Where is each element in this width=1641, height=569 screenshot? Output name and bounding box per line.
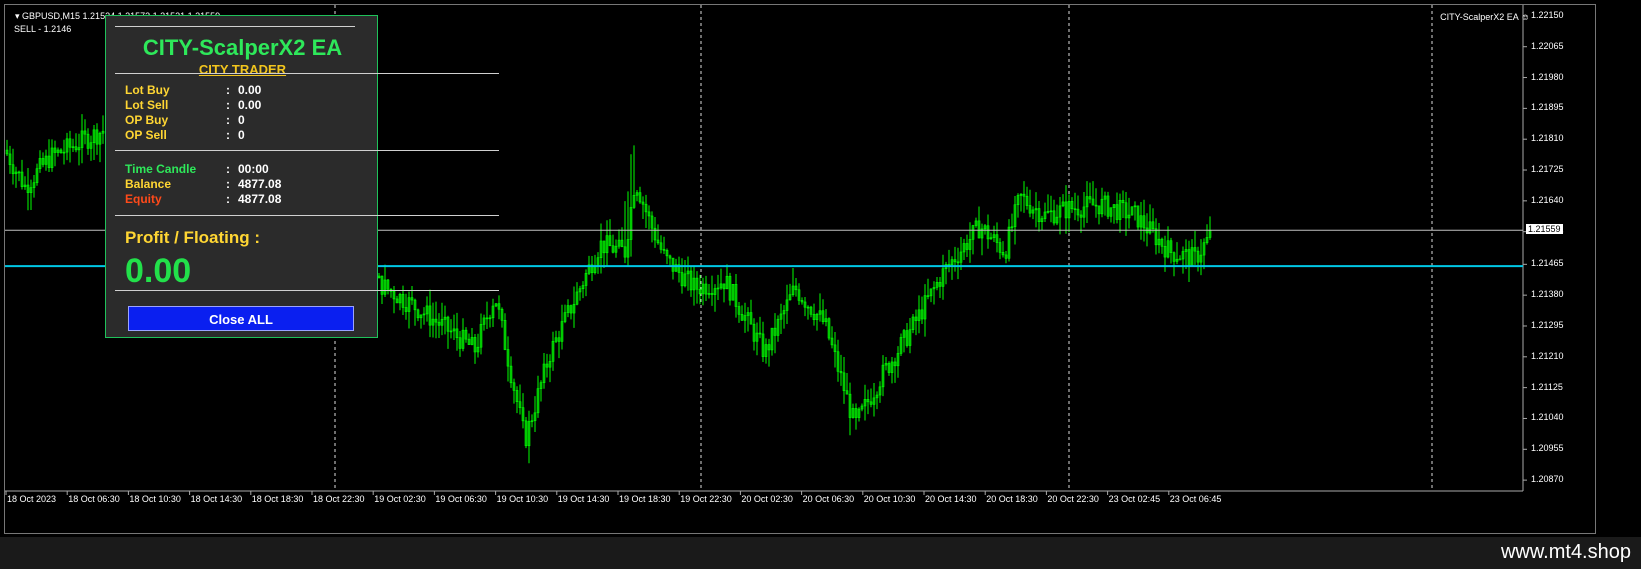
time-axis-label: 23 Oct 02:45 [1108,494,1161,504]
price-axis-label: 1.20955 [1531,443,1564,454]
time-axis-label: 20 Oct 02:30 [741,494,793,504]
divider [115,26,355,27]
time-axis-label: 18 Oct 2023 [7,494,57,504]
op-buy-value: 0 [238,113,245,127]
footer-bar: www.mt4.shop [0,537,1641,569]
price-axis-label: 1.22065 [1531,40,1564,51]
price-axis-label: 1.21640 [1531,194,1564,205]
watermark: www.mt4.shop [1500,541,1631,563]
lot-buy-value: 0.00 [238,83,262,97]
op-sell-value: 0 [238,128,245,142]
time-axis-label: 20 Oct 22:30 [1047,494,1099,504]
balance-value: 4877.08 [238,177,282,191]
price-axis-label: 1.21210 [1531,350,1564,361]
close-all-button[interactable]: Close ALL [128,306,354,331]
time-axis-label: 18 Oct 10:30 [129,494,181,504]
time-axis-label: 19 Oct 02:30 [374,494,426,504]
time-axis-label: 18 Oct 22:30 [313,494,365,504]
price-axis-label: 1.21040 [1531,412,1564,423]
lot-buy-label: Lot Buy [125,83,170,97]
divider [115,73,499,74]
current-price-tag: 1.21559 [1526,224,1563,235]
colon: : [226,128,230,142]
price-axis-label: 1.21465 [1531,258,1564,269]
price-axis-label: 1.20870 [1531,474,1564,485]
price-axis-label: 1.21810 [1531,133,1564,144]
time-axis-label: 19 Oct 18:30 [619,494,671,504]
sell-info: SELL - 1.2146 [14,24,72,34]
price-axis-label: 1.21725 [1531,164,1564,175]
panel-subtitle: CITY TRADER [198,62,287,77]
lot-sell-label: Lot Sell [125,98,169,112]
time-axis-label: 20 Oct 10:30 [863,494,916,504]
time-axis-label: 19 Oct 14:30 [557,494,610,504]
profit-label: Profit / Floating : [125,228,261,247]
balance-label: Balance [125,177,172,191]
time-axis-label: 19 Oct 06:30 [435,494,487,504]
profit-value: 0.00 [125,252,192,290]
colon: : [226,98,230,112]
time-axis-label: 23 Oct 06:45 [1169,494,1222,504]
time-axis-label: 19 Oct 22:30 [680,494,732,504]
divider [115,150,499,151]
price-axis-label: 1.21895 [1531,102,1564,113]
price-axis-label: 1.21980 [1531,71,1564,82]
time-axis-label: 19 Oct 10:30 [496,494,549,504]
time-axis-label: 18 Oct 14:30 [190,494,243,504]
divider [115,215,499,216]
price-axis-label: 1.21295 [1531,319,1564,330]
time-axis-label: 18 Oct 18:30 [251,494,304,504]
time-axis-label: 18 Oct 06:30 [68,494,120,504]
equity-value: 4877.08 [238,192,282,206]
op-sell-label: OP Sell [125,128,167,142]
ea-panel: CITY-ScalperX2 EA CITY TRADER Lot Buy : … [105,15,499,338]
colon: : [226,162,230,176]
colon: : [226,83,230,97]
price-axis-label: 1.21125 [1531,381,1563,392]
price-axis-label: 1.22150 [1531,9,1564,20]
time-axis-label: 20 Oct 18:30 [986,494,1038,504]
colon: : [226,113,230,127]
equity-label: Equity [125,192,162,206]
ea-name-label: CITY-ScalperX2 EA ☺ [1440,12,1530,22]
time-axis-label: 20 Oct 14:30 [925,494,977,504]
time-axis-label: 20 Oct 06:30 [802,494,855,504]
op-buy-label: OP Buy [125,113,169,127]
colon: : [226,192,230,206]
time-candle-label: Time Candle [125,162,197,176]
candle-body [1178,258,1182,261]
divider [115,290,499,291]
panel-title: CITY-ScalperX2 EA [142,35,343,60]
price-axis-label: 1.21380 [1531,289,1564,300]
time-candle-value: 00:00 [238,162,269,176]
lot-sell-value: 0.00 [238,98,262,112]
colon: : [226,177,230,191]
